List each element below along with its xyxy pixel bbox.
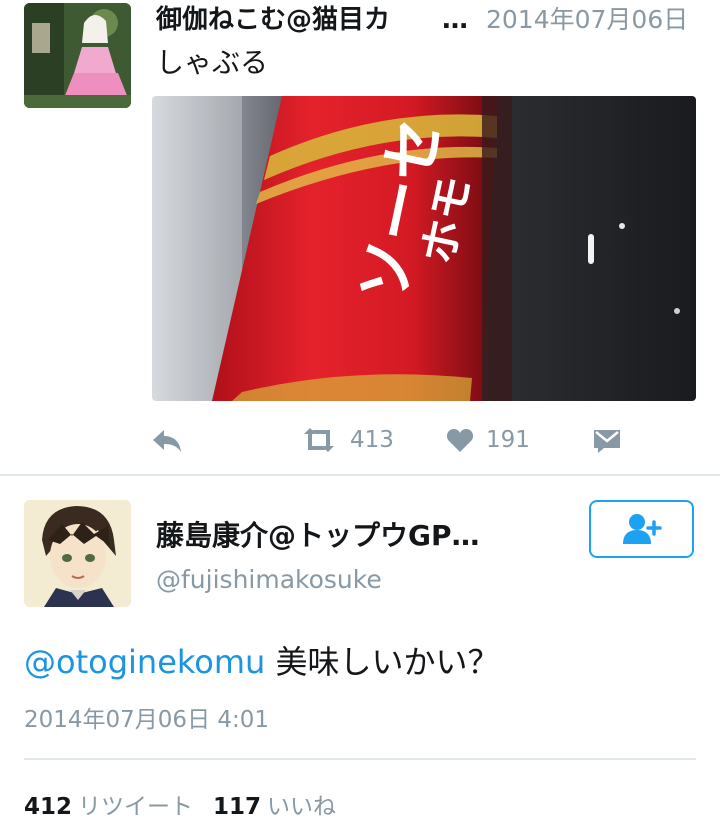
tweet-date[interactable]: 2014年07月06日 (486, 2, 688, 38)
tweet-text: しゃぶる (156, 46, 269, 79)
retweets-label[interactable]: リツイート (78, 794, 193, 820)
avatar[interactable] (24, 500, 131, 607)
direct-message-icon (594, 430, 620, 453)
likes-label[interactable]: いいね (267, 794, 336, 820)
stats-divider (24, 758, 696, 760)
avatar-image (24, 500, 131, 607)
retweet-button[interactable]: 413 (300, 420, 394, 460)
avatar[interactable] (24, 3, 131, 108)
tweet-body-text: 美味しいかい？ (265, 643, 500, 681)
like-button[interactable]: 191 (446, 420, 530, 460)
heart-icon (446, 429, 474, 452)
direct-message-button[interactable] (592, 420, 622, 460)
reply-icon (153, 430, 181, 452)
reply-button[interactable] (150, 420, 184, 460)
likes-count[interactable]: 117 (213, 794, 261, 820)
media-photo: ソーセ ホモ (152, 96, 696, 401)
tweet-actions: 413 191 (150, 420, 710, 460)
user-handle[interactable]: @fujishimakosuke (156, 562, 382, 598)
retweet-icon (304, 428, 334, 452)
tweet-detail: 藤島康介@トップウGP… @fujishimakosuke @otogineko… (0, 476, 720, 821)
tweet-item[interactable]: 御伽ねこむ@猫目カ … 2014年07月06日 しゃぶる ソーセ ホモ 413 … (0, 0, 720, 474)
avatar-image (24, 3, 131, 108)
display-name[interactable]: 御伽ねこむ@猫目カ (156, 2, 471, 38)
tweet-text: @otoginekomu 美味しいかい？ (24, 640, 499, 684)
tweet-media-image[interactable]: ソーセ ホモ (152, 96, 696, 401)
mention-link[interactable]: @otoginekomu (24, 643, 265, 681)
follow-user-icon (622, 514, 662, 544)
follow-button[interactable] (589, 500, 694, 558)
display-name[interactable]: 藤島康介@トップウGP… (156, 516, 541, 556)
retweets-count[interactable]: 412 (24, 794, 72, 820)
tweet-timestamp[interactable]: 2014年07月06日 4:01 (24, 704, 269, 736)
tweet-stats: 412 リツイート 117 いいね (24, 792, 356, 822)
name-ellipsis: … (442, 5, 468, 35)
retweet-count: 413 (350, 427, 394, 453)
like-count: 191 (486, 427, 530, 453)
